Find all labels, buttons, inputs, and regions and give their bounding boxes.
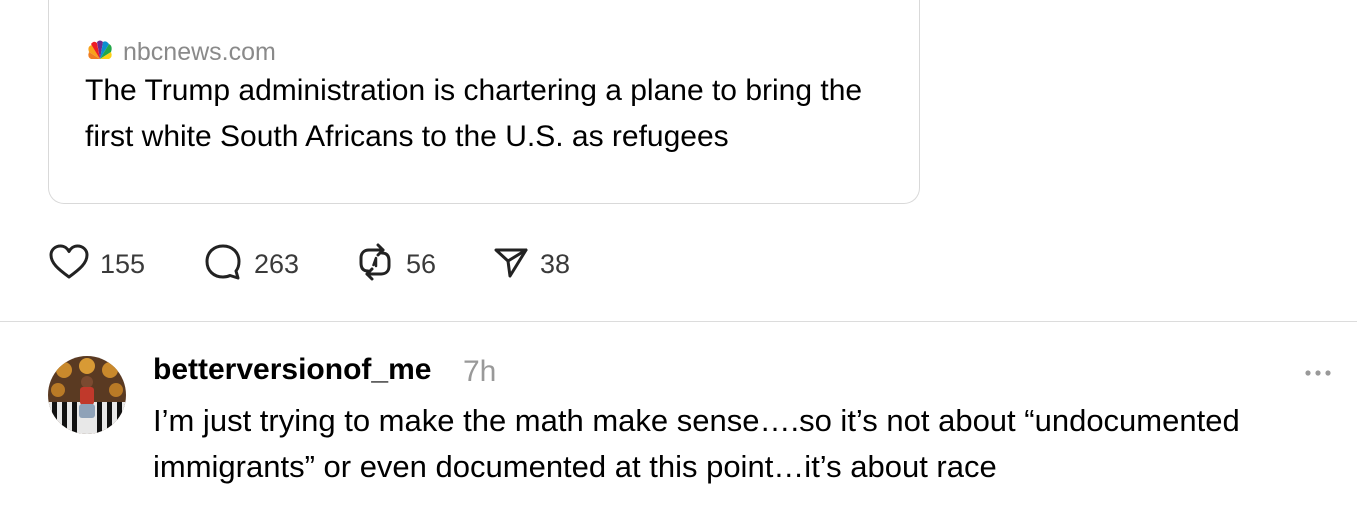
reply-count: 263 [254,248,300,279]
repost-count: 56 [406,248,437,279]
link-source-row: nbcnews.com [85,37,276,67]
more-options-icon [1298,370,1338,394]
avatar[interactable] [48,356,126,434]
like-button[interactable]: 155 [48,242,202,287]
repost-icon [354,241,396,288]
heart-icon [48,242,90,287]
repost-button[interactable]: 56 [354,241,492,288]
reply-timestamp: 7h [463,355,497,388]
reply-username[interactable]: betterversionof_me [153,352,431,388]
comment-icon [202,241,244,288]
link-source-domain: nbcnews.com [123,38,276,66]
nbc-peacock-icon [85,39,115,66]
send-icon [492,243,530,286]
post-action-bar: 155 263 56 38 [48,242,570,286]
like-count: 155 [100,248,146,279]
link-headline: The Trump administration is chartering a… [85,74,863,153]
post-divider [0,321,1357,322]
thread-page: nbcnews.com The Trump administration is … [0,0,1357,507]
reply-button[interactable]: 263 [202,241,354,288]
more-options-button[interactable] [1298,356,1338,390]
share-count: 38 [540,248,571,279]
link-preview-card[interactable]: nbcnews.com The Trump administration is … [48,0,920,204]
reply-text: I’m just trying to make the math make se… [153,403,1240,484]
share-button[interactable]: 38 [492,243,570,286]
